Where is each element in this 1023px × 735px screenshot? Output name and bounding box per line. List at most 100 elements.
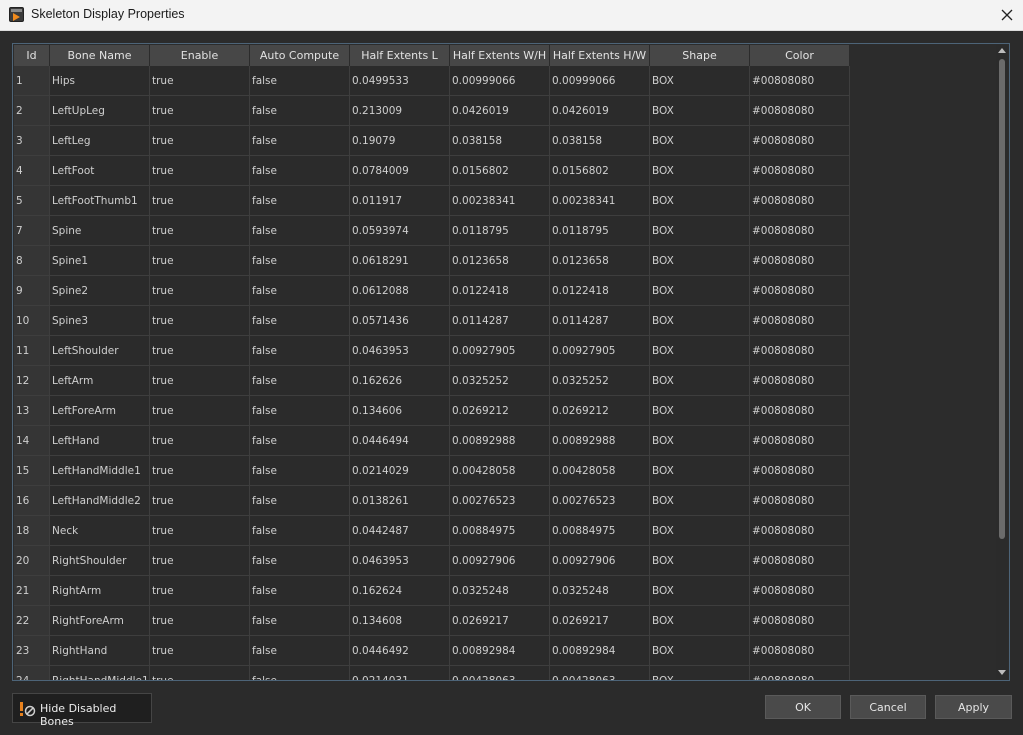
cell-shape[interactable]: BOX — [650, 216, 750, 246]
cell-shape[interactable]: BOX — [650, 96, 750, 126]
scroll-down-icon[interactable] — [998, 670, 1006, 675]
cell-bone-name[interactable]: LeftArm — [50, 366, 150, 396]
cell-id[interactable]: 7 — [14, 216, 50, 246]
cell-half-extents-wh[interactable]: 0.00428058 — [450, 456, 550, 486]
cell-shape[interactable]: BOX — [650, 396, 750, 426]
cell-auto-compute[interactable]: false — [250, 396, 350, 426]
cell-half-extents-l[interactable]: 0.0138261 — [350, 486, 450, 516]
cell-enable[interactable]: true — [150, 486, 250, 516]
table-row[interactable]: 4 LeftFoot true false 0.0784009 0.0156802 0.01… — [14, 156, 850, 186]
cell-color[interactable]: #00808080 — [750, 546, 850, 576]
table-row[interactable]: 16 LeftHandMiddle2 true false 0.0138261 0.002… — [14, 486, 850, 516]
cell-color[interactable]: #00808080 — [750, 636, 850, 666]
cell-half-extents-wh[interactable]: 0.0325252 — [450, 366, 550, 396]
cell-auto-compute[interactable]: false — [250, 216, 350, 246]
cell-half-extents-wh[interactable]: 0.00238341 — [450, 186, 550, 216]
cell-id[interactable]: 14 — [14, 426, 50, 456]
cell-half-extents-wh[interactable]: 0.0114287 — [450, 306, 550, 336]
column-header-shape[interactable]: Shape — [650, 45, 750, 66]
column-header-half-extents-l[interactable]: Half Extents L — [350, 45, 450, 66]
table-row[interactable]: 5 LeftFootThumb1 true false 0.011917 0.002383… — [14, 186, 850, 216]
cell-color[interactable]: #00808080 — [750, 456, 850, 486]
cell-enable[interactable]: true — [150, 636, 250, 666]
cell-enable[interactable]: true — [150, 516, 250, 546]
scrollbar-thumb[interactable] — [999, 59, 1005, 539]
cell-auto-compute[interactable]: false — [250, 456, 350, 486]
cell-color[interactable]: #00808080 — [750, 126, 850, 156]
cell-auto-compute[interactable]: false — [250, 66, 350, 96]
cell-color[interactable]: #00808080 — [750, 426, 850, 456]
cell-auto-compute[interactable]: false — [250, 126, 350, 156]
cell-bone-name[interactable]: LeftShoulder — [50, 336, 150, 366]
cell-half-extents-l[interactable]: 0.213009 — [350, 96, 450, 126]
cell-half-extents-hw[interactable]: 0.0123658 — [550, 246, 650, 276]
cell-shape[interactable]: BOX — [650, 66, 750, 96]
cell-half-extents-wh[interactable]: 0.0156802 — [450, 156, 550, 186]
cell-shape[interactable]: BOX — [650, 276, 750, 306]
cell-id[interactable]: 16 — [14, 486, 50, 516]
cell-half-extents-l[interactable]: 0.0618291 — [350, 246, 450, 276]
cell-shape[interactable]: BOX — [650, 666, 750, 680]
column-header-color[interactable]: Color — [750, 45, 850, 66]
apply-button[interactable]: Apply — [935, 695, 1012, 719]
bone-table[interactable]: Id Bone Name Enable Auto Compute Half Extent… — [12, 43, 1010, 681]
cell-half-extents-l[interactable]: 0.134606 — [350, 396, 450, 426]
cell-bone-name[interactable]: RightArm — [50, 576, 150, 606]
cell-id[interactable]: 11 — [14, 336, 50, 366]
table-row[interactable]: 12 LeftArm true false 0.162626 0.0325252 0.032… — [14, 366, 850, 396]
cell-bone-name[interactable]: Spine2 — [50, 276, 150, 306]
cell-id[interactable]: 15 — [14, 456, 50, 486]
cell-bone-name[interactable]: RightShoulder — [50, 546, 150, 576]
cell-shape[interactable]: BOX — [650, 546, 750, 576]
cell-auto-compute[interactable]: false — [250, 336, 350, 366]
column-header-half-extents-wh[interactable]: Half Extents W/H — [450, 45, 550, 66]
cell-enable[interactable]: true — [150, 336, 250, 366]
cell-auto-compute[interactable]: false — [250, 546, 350, 576]
cell-enable[interactable]: true — [150, 216, 250, 246]
close-button[interactable] — [991, 0, 1023, 30]
cell-id[interactable]: 22 — [14, 606, 50, 636]
cell-half-extents-l[interactable]: 0.162624 — [350, 576, 450, 606]
cell-bone-name[interactable]: RightForeArm — [50, 606, 150, 636]
cell-half-extents-hw[interactable]: 0.0122418 — [550, 276, 650, 306]
cell-auto-compute[interactable]: false — [250, 426, 350, 456]
cell-half-extents-hw[interactable]: 0.0325248 — [550, 576, 650, 606]
cell-color[interactable]: #00808080 — [750, 156, 850, 186]
cell-half-extents-hw[interactable]: 0.00276523 — [550, 486, 650, 516]
cell-auto-compute[interactable]: false — [250, 606, 350, 636]
cell-auto-compute[interactable]: false — [250, 666, 350, 680]
table-row[interactable]: 8 Spine1 true false 0.0618291 0.0123658 0.0123… — [14, 246, 850, 276]
cell-half-extents-l[interactable]: 0.0499533 — [350, 66, 450, 96]
cell-enable[interactable]: true — [150, 666, 250, 680]
cell-half-extents-l[interactable]: 0.011917 — [350, 186, 450, 216]
cell-half-extents-wh[interactable]: 0.00892988 — [450, 426, 550, 456]
cell-color[interactable]: #00808080 — [750, 246, 850, 276]
cell-half-extents-hw[interactable]: 0.00927905 — [550, 336, 650, 366]
cell-half-extents-l[interactable]: 0.162626 — [350, 366, 450, 396]
cell-half-extents-l[interactable]: 0.0214031 — [350, 666, 450, 680]
table-row[interactable]: 1 Hips true false 0.0499533 0.00999066 0.00999… — [14, 66, 850, 96]
cell-shape[interactable]: BOX — [650, 246, 750, 276]
cell-id[interactable]: 23 — [14, 636, 50, 666]
cell-half-extents-wh[interactable]: 0.00276523 — [450, 486, 550, 516]
cell-shape[interactable]: BOX — [650, 126, 750, 156]
cell-half-extents-hw[interactable]: 0.038158 — [550, 126, 650, 156]
cell-shape[interactable]: BOX — [650, 366, 750, 396]
cell-enable[interactable]: true — [150, 546, 250, 576]
cell-color[interactable]: #00808080 — [750, 366, 850, 396]
cell-id[interactable]: 8 — [14, 246, 50, 276]
column-header-id[interactable]: Id — [14, 45, 50, 66]
cell-half-extents-l[interactable]: 0.0446494 — [350, 426, 450, 456]
cell-half-extents-wh[interactable]: 0.0122418 — [450, 276, 550, 306]
cell-half-extents-l[interactable]: 0.0784009 — [350, 156, 450, 186]
cell-shape[interactable]: BOX — [650, 606, 750, 636]
cell-half-extents-l[interactable]: 0.0446492 — [350, 636, 450, 666]
cell-half-extents-l[interactable]: 0.0463953 — [350, 546, 450, 576]
cell-half-extents-hw[interactable]: 0.00238341 — [550, 186, 650, 216]
cancel-button[interactable]: Cancel — [850, 695, 926, 719]
cell-half-extents-wh[interactable]: 0.00999066 — [450, 66, 550, 96]
cell-half-extents-hw[interactable]: 0.0114287 — [550, 306, 650, 336]
cell-color[interactable]: #00808080 — [750, 606, 850, 636]
cell-half-extents-l[interactable]: 0.19079 — [350, 126, 450, 156]
cell-auto-compute[interactable]: false — [250, 636, 350, 666]
